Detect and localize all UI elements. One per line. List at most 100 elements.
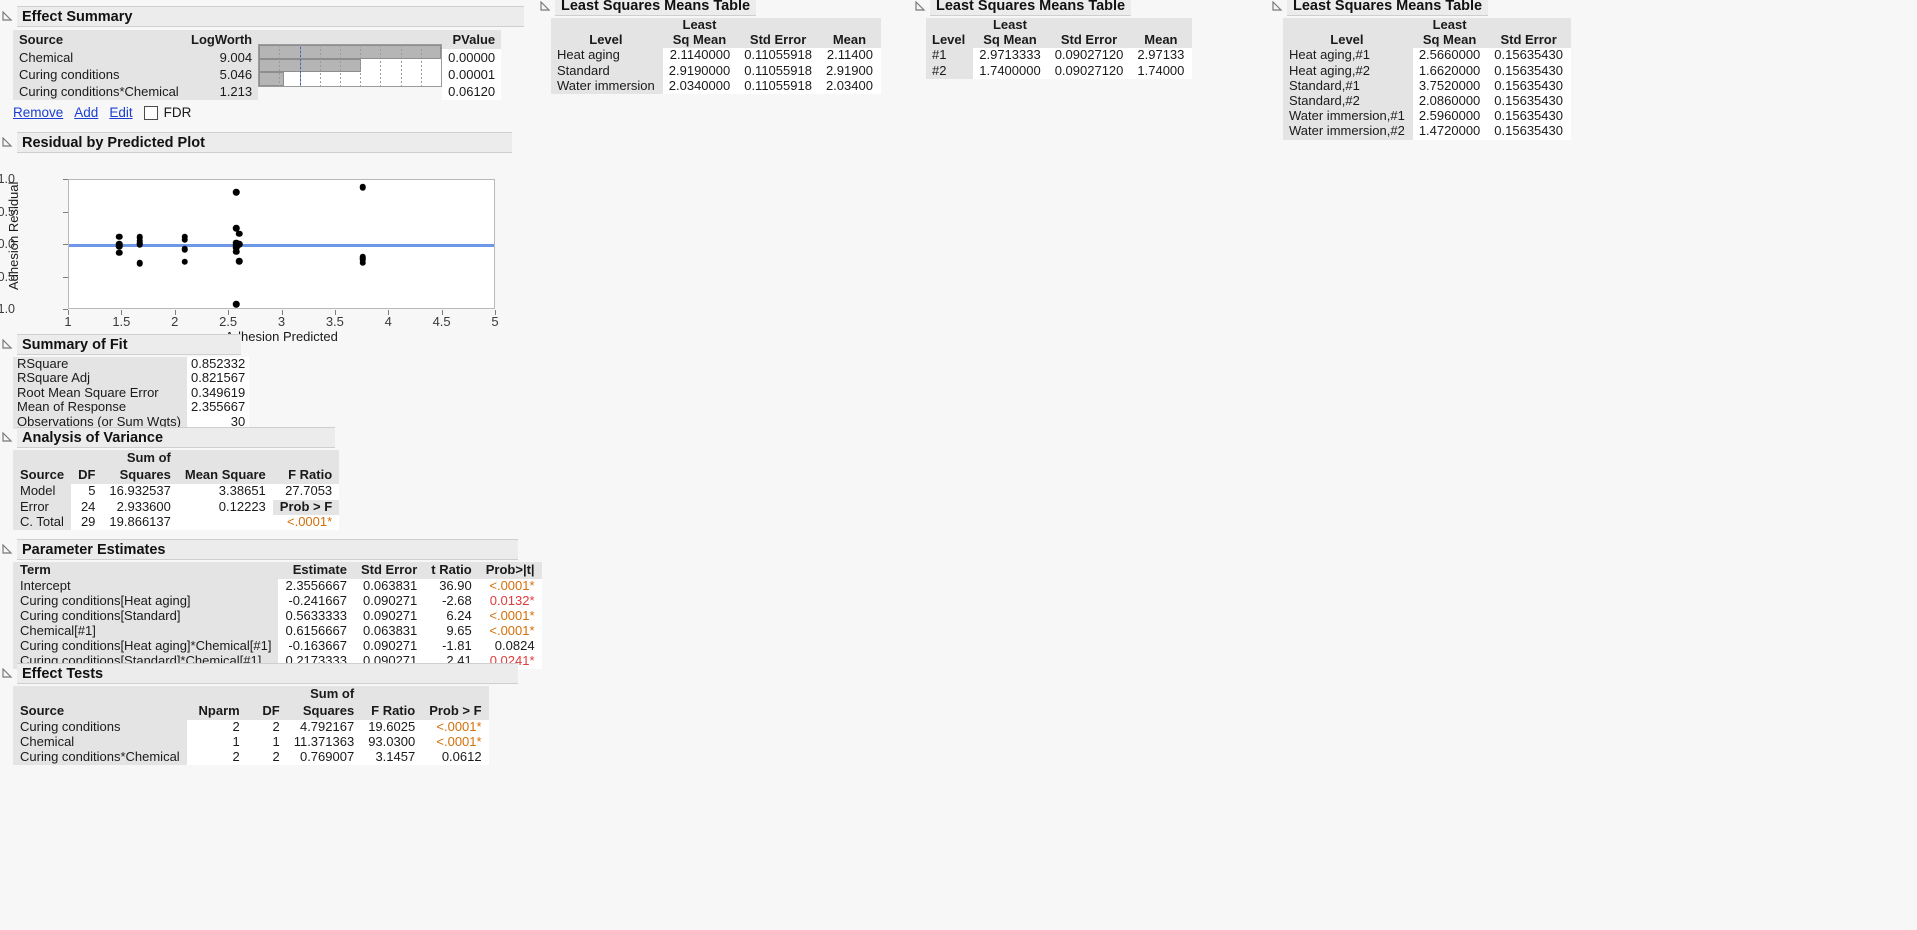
scatter-point[interactable]: [181, 258, 189, 265]
cell-std-error: 0.063831: [353, 624, 425, 639]
scatter-point[interactable]: [232, 189, 240, 196]
cell-pvalue: 0.00001: [442, 66, 502, 83]
table-row: Error 24 2.933600 0.12223 Prob > F: [13, 499, 340, 515]
y-tick-label: -0.5: [0, 269, 15, 284]
scatter-point[interactable]: [181, 246, 189, 253]
cell-prob-f: <.0001*: [422, 735, 489, 750]
disclosure-triangle-icon[interactable]: [540, 0, 551, 12]
add-link[interactable]: Add: [74, 105, 98, 120]
remove-link[interactable]: Remove: [13, 105, 63, 120]
x-tick-label: 5: [491, 314, 499, 329]
row-value: 0.852332: [187, 357, 250, 372]
prob-f-label: Prob > F: [272, 499, 340, 515]
x-tick-label: 2.5: [219, 314, 238, 329]
edit-link[interactable]: Edit: [109, 105, 132, 120]
table-row[interactable]: Chemical 9.004: [13, 49, 259, 66]
cell-lsmean: 1.6620000: [1412, 63, 1489, 79]
table-header-row: Term Estimate Std Error t Ratio Prob>|t|: [13, 562, 542, 579]
disclosure-triangle-icon[interactable]: [2, 11, 13, 22]
cell-logworth: 1.213: [185, 83, 259, 100]
col-source: Source: [13, 467, 72, 485]
table-row: C. Total 29 19.866137 <.0001*: [13, 514, 340, 531]
table-row: 0.00000: [442, 49, 502, 66]
scatter-point[interactable]: [116, 249, 123, 257]
cell-std-error: 0.09027120: [1048, 63, 1132, 79]
scatter-point[interactable]: [136, 260, 143, 267]
scatter-point[interactable]: [236, 230, 243, 238]
residual-scatter-plot[interactable]: Adhesion Residual 1.00.50.0-0.5-1.0 11.5…: [0, 157, 512, 344]
cell-df: 29: [71, 514, 103, 531]
col-df: DF: [246, 703, 287, 720]
cell-f-ratio: 93.0300: [361, 735, 423, 750]
table-row[interactable]: Curing conditions 5.046: [13, 66, 259, 83]
table-header-row: Least: [1283, 17, 1571, 34]
cell-df: 5: [71, 484, 103, 500]
disclosure-triangle-icon[interactable]: [2, 668, 13, 679]
table-row: Water immersion,#1 2.5960000 0.15635430: [1283, 109, 1571, 125]
scatter-point[interactable]: [236, 258, 243, 265]
col-estimate: Estimate: [278, 562, 354, 579]
cell-t-ratio: 36.90: [424, 579, 479, 594]
cell-estimate: 0.6156667: [278, 624, 354, 639]
scatter-point[interactable]: [359, 259, 367, 266]
x-tick-label: 4: [384, 314, 392, 329]
x-tick-mark: [174, 310, 176, 315]
disclosure-triangle-icon[interactable]: [2, 339, 13, 350]
least-squares-means-table-1: Least Squares Means Table Least Level Sq M…: [540, 0, 881, 95]
cell-prob-t: 0.0824: [478, 639, 542, 654]
scatter-point[interactable]: [359, 184, 367, 191]
cell-level: Water immersion,#2: [1283, 124, 1413, 140]
zero-reference-line: [69, 243, 494, 247]
cell-pvalue: 0.00000: [442, 49, 502, 66]
cell-lsmean: 2.0860000: [1412, 93, 1489, 110]
cell-lsmean: 2.5660000: [1412, 48, 1489, 64]
cell-mean: 1.74000: [1131, 63, 1193, 79]
lsm-title-1: Least Squares Means Table: [555, 0, 757, 16]
cell-term: Chemical[#1]: [13, 624, 279, 639]
bar-gridline: [400, 45, 402, 86]
residual-plot-title: Residual by Predicted Plot: [17, 132, 512, 153]
col-prob-t: Prob>|t|: [478, 562, 542, 579]
col-mean: Mean: [1131, 33, 1193, 49]
scatter-point[interactable]: [232, 300, 240, 308]
cell-sum-of-squares: 11.371363: [286, 735, 362, 750]
disclosure-triangle-icon[interactable]: [915, 0, 926, 12]
col-mean: Mean: [819, 33, 881, 49]
col-lsmean-line1: Least: [1412, 17, 1489, 34]
disclosure-triangle-icon[interactable]: [2, 544, 13, 555]
col-df-spacer: [246, 686, 287, 703]
cell-std-error: 0.11055918: [738, 48, 820, 64]
cell-pvalue: 0.06120: [442, 83, 502, 100]
scatter-point[interactable]: [232, 248, 240, 256]
fdr-checkbox[interactable]: [143, 105, 158, 120]
cell-std-error: 0.090271: [353, 594, 425, 609]
parameter-estimates-panel: Parameter Estimates Term Estimate Std Er…: [2, 539, 542, 669]
cell-std-error: 0.11055918: [738, 78, 820, 95]
prob-f-value: <.0001*: [272, 514, 340, 531]
scatter-point[interactable]: [136, 241, 143, 248]
col-std-error: Std Error: [1048, 33, 1132, 49]
table-row: Standard,#1 3.7520000 0.15635430: [1283, 78, 1571, 95]
scatter-point[interactable]: [116, 233, 123, 240]
table-row: Model 5 16.932537 3.38651 27.7053: [13, 484, 340, 500]
col-level: Level: [1283, 33, 1413, 49]
disclosure-triangle-icon[interactable]: [2, 137, 13, 148]
col-lsmean: Sq Mean: [973, 33, 1049, 49]
cell-f-ratio: 27.7053: [272, 484, 340, 500]
effect-summary-body: Source LogWorth Chemical 9.004 Curing co…: [13, 30, 524, 100]
x-tick-mark: [281, 310, 283, 315]
anova-title: Analysis of Variance: [17, 427, 335, 448]
col-lsmean-line1: Least: [662, 17, 739, 34]
table-row[interactable]: Curing conditions*Chemical 1.213: [13, 83, 259, 100]
row-value: 2.355667: [187, 400, 250, 415]
bar-fill: [259, 58, 362, 72]
x-tick-label: 4.5: [432, 314, 451, 329]
scatter-point[interactable]: [181, 236, 189, 243]
lsm-header-1: Least Squares Means Table: [540, 0, 881, 16]
col-lsmean: Sq Mean: [1412, 33, 1489, 49]
disclosure-triangle-icon[interactable]: [1272, 0, 1283, 12]
disclosure-triangle-icon[interactable]: [2, 432, 13, 443]
cell-lsmean: 1.7400000: [973, 63, 1049, 79]
bar-gridline: [380, 45, 382, 86]
cell-level: Standard,#1: [1283, 78, 1413, 95]
